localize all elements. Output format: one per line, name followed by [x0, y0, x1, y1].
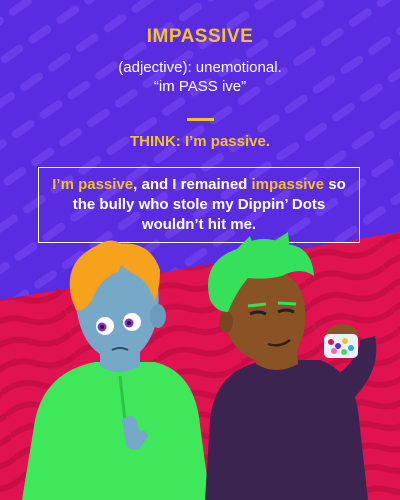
vocabulary-card: IMPASSIVE (adjective): unemotional. “im … — [0, 0, 400, 500]
illustration — [22, 232, 377, 500]
right-boy-illustration — [205, 232, 377, 500]
left-boy-illustration — [22, 240, 210, 500]
